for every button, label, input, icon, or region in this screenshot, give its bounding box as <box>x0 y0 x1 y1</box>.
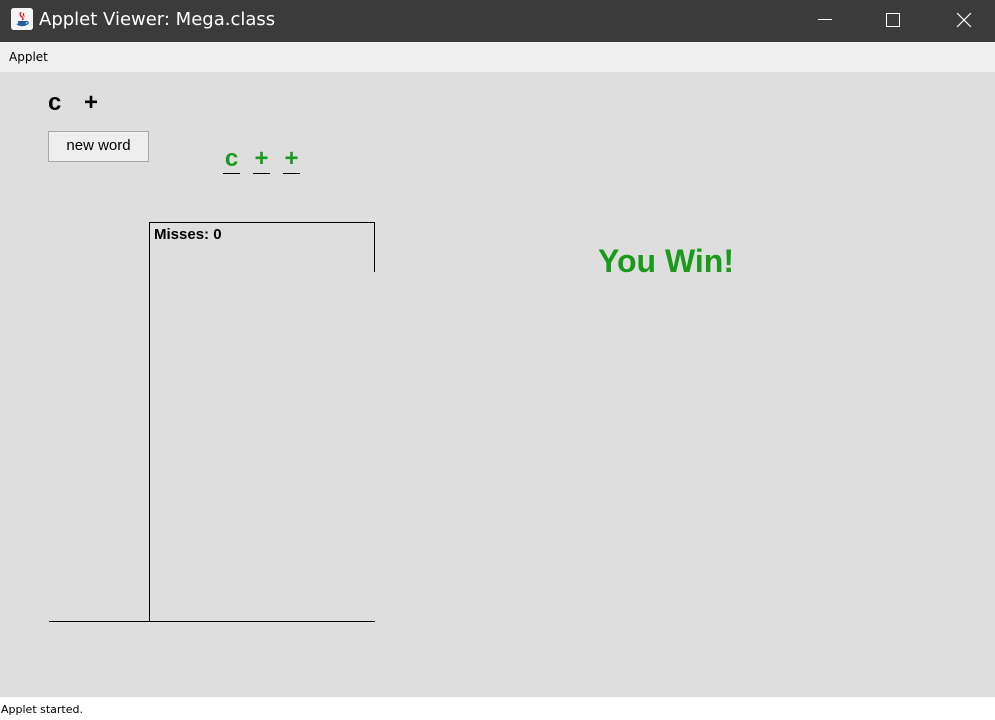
guessed-letters: c + <box>48 89 107 116</box>
close-button[interactable] <box>941 0 987 42</box>
word-slot: + <box>253 145 270 174</box>
minimize-button[interactable] <box>802 0 848 42</box>
maximize-button[interactable] <box>870 0 916 42</box>
misses-counter: Misses: 0 <box>154 226 222 243</box>
window-title: Applet Viewer: Mega.class <box>39 9 276 30</box>
gallows-base <box>49 621 375 622</box>
menu-bar: Applet <box>0 42 995 72</box>
minimize-icon <box>818 19 832 20</box>
result-message: You Win! <box>598 243 734 279</box>
gallows-post <box>149 222 150 622</box>
word-slot: c <box>223 145 240 174</box>
applet-canvas: c + new word c + + Misses: 0 You Win! <box>0 72 995 697</box>
word-slot: + <box>283 145 300 174</box>
maximize-icon <box>886 13 900 27</box>
new-word-button[interactable]: new word <box>48 131 149 162</box>
menu-applet[interactable]: Applet <box>9 50 48 64</box>
close-icon <box>956 13 972 28</box>
gallows-rope <box>374 222 375 272</box>
gallows-beam <box>149 222 375 223</box>
title-bar: Applet Viewer: Mega.class <box>0 0 995 42</box>
status-text: Applet started. <box>1 703 83 716</box>
status-bar: Applet started. <box>0 697 995 720</box>
java-icon <box>11 8 33 30</box>
